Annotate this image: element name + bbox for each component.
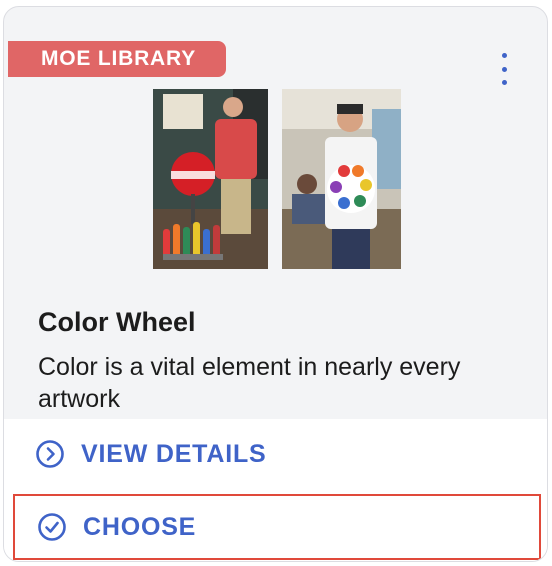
lesson-description: Color is a vital element in nearly every…	[38, 353, 461, 413]
card-actions: VIEW DETAILS CHOOSE	[4, 419, 547, 561]
view-details-label: VIEW DETAILS	[81, 439, 267, 468]
view-details-button[interactable]: VIEW DETAILS	[13, 421, 541, 487]
library-badge-label: MOE LIBRARY	[41, 47, 197, 70]
chevron-right-circle-icon	[36, 440, 64, 468]
choose-label: CHOOSE	[83, 512, 197, 541]
check-circle-icon	[38, 513, 66, 541]
lesson-card: MOE LIBRARY Color Wheel Color is a vital…	[3, 6, 548, 562]
more-options-icon[interactable]	[492, 49, 516, 89]
lesson-thumbnail	[153, 89, 401, 269]
lesson-title: Color Wheel	[38, 307, 196, 337]
choose-button[interactable]: CHOOSE	[13, 494, 541, 560]
library-badge: MOE LIBRARY	[8, 41, 226, 77]
thumbnail-photo-1	[153, 89, 268, 269]
thumbnail-photo-2	[282, 89, 401, 269]
